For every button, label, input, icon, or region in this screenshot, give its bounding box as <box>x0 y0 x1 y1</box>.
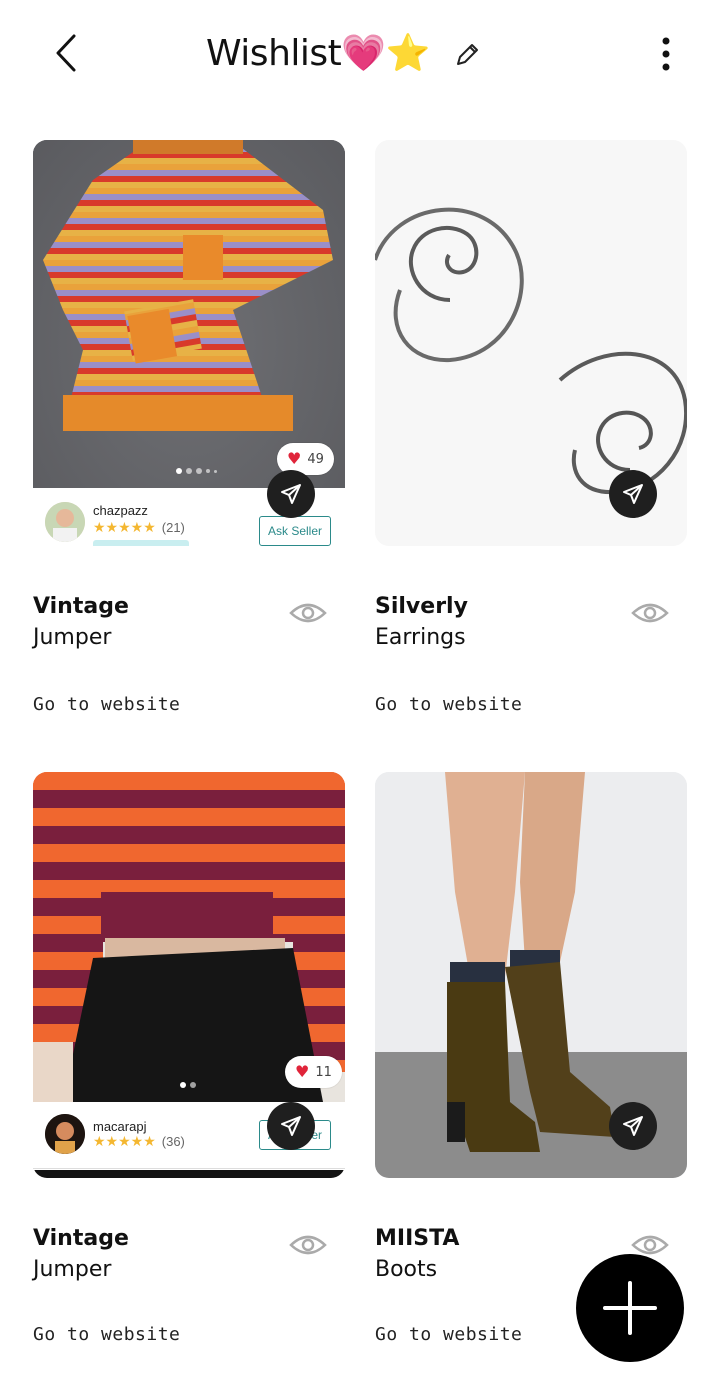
plus-icon <box>603 1281 657 1335</box>
share-button[interactable] <box>609 470 657 518</box>
avatar-photo <box>45 1114 85 1154</box>
view-button[interactable] <box>289 600 327 626</box>
pagination-dot <box>180 1082 186 1088</box>
share-button[interactable] <box>267 470 315 518</box>
pagination-dot <box>186 468 192 474</box>
wishlist-card[interactable]: ♥ 11 macarapj ★★★★★(36) Ask Seller Vinta… <box>33 772 345 1352</box>
send-icon <box>623 484 643 504</box>
header: Wishlist💗⭐ <box>0 0 720 110</box>
view-button[interactable] <box>631 600 669 626</box>
heart-icon: ♥ <box>287 449 302 468</box>
heart-emoji: 💗 <box>341 33 386 74</box>
star-emoji: ⭐ <box>385 33 431 74</box>
card-subtitle[interactable]: Earrings <box>375 625 466 650</box>
share-button[interactable] <box>609 1102 657 1150</box>
page-title: Wishlist💗⭐ <box>206 30 430 78</box>
send-icon <box>623 1116 643 1136</box>
eye-icon <box>631 603 669 623</box>
card-title[interactable]: Vintage <box>33 594 129 619</box>
photo-pagination-dots <box>180 1082 196 1088</box>
go-to-website-link[interactable]: Go to website <box>33 1324 180 1345</box>
seller-rating: ★★★★★ (36) <box>93 1134 185 1150</box>
photo-pagination-dots <box>176 468 217 474</box>
like-count-pill[interactable]: ♥ 11 <box>285 1056 342 1088</box>
pencil-icon <box>457 44 478 65</box>
eye-icon <box>289 603 327 623</box>
seller-name[interactable]: macarapj <box>93 1119 146 1134</box>
seller-tag <box>93 540 189 546</box>
avatar[interactable] <box>45 1114 85 1154</box>
page-title-text: Wishlist <box>206 33 342 74</box>
divider <box>33 1168 345 1169</box>
seller-name[interactable]: chazpazz <box>93 503 148 518</box>
share-button[interactable] <box>267 1102 315 1150</box>
go-to-website-link[interactable]: Go to website <box>33 694 180 715</box>
more-options-button[interactable] <box>650 34 682 76</box>
card-title[interactable]: Vintage <box>33 1226 129 1251</box>
send-icon <box>281 484 301 504</box>
go-to-website-link[interactable]: Go to website <box>375 694 522 715</box>
card-subtitle[interactable]: Jumper <box>33 625 111 650</box>
rating-stars: ★★★★★ <box>93 1134 156 1150</box>
card-title[interactable]: Silverly <box>375 594 468 619</box>
pagination-dot <box>176 468 182 474</box>
go-to-website-link[interactable]: Go to website <box>375 1324 522 1345</box>
like-count: 49 <box>307 451 324 467</box>
avatar-photo <box>45 502 85 542</box>
wishlist-card[interactable]: ♥ 49 chazpazz ★★★★★ (21) Ask Seller Vinta… <box>33 140 345 720</box>
heart-icon: ♥ <box>295 1062 310 1081</box>
pagination-dot <box>214 470 217 473</box>
edit-title-button[interactable] <box>452 40 482 70</box>
rating-stars: ★★★★★ <box>93 520 156 536</box>
seller-rating: ★★★★★ (21) <box>93 520 185 536</box>
card-subtitle[interactable]: Jumper <box>33 1257 111 1282</box>
like-count: 11 <box>315 1064 332 1080</box>
ask-seller-button[interactable]: Ask Seller <box>259 516 331 546</box>
pagination-dot <box>196 468 202 474</box>
pagination-dot <box>190 1082 196 1088</box>
wishlist-card[interactable]: Silverly Earrings Go to website <box>375 140 687 720</box>
add-item-button[interactable] <box>576 1254 684 1362</box>
back-chevron-icon <box>56 34 76 72</box>
review-count: (36) <box>161 1134 185 1149</box>
send-icon <box>281 1116 301 1136</box>
more-vertical-icon <box>662 37 670 71</box>
pagination-dot <box>206 469 210 473</box>
view-button[interactable] <box>289 1232 327 1258</box>
card-subtitle[interactable]: Boots <box>375 1257 437 1282</box>
eye-icon <box>289 1235 327 1255</box>
back-button[interactable] <box>50 30 90 76</box>
card-title[interactable]: MIISTA <box>375 1226 459 1251</box>
avatar[interactable] <box>45 502 85 542</box>
review-count: (21) <box>161 520 185 535</box>
